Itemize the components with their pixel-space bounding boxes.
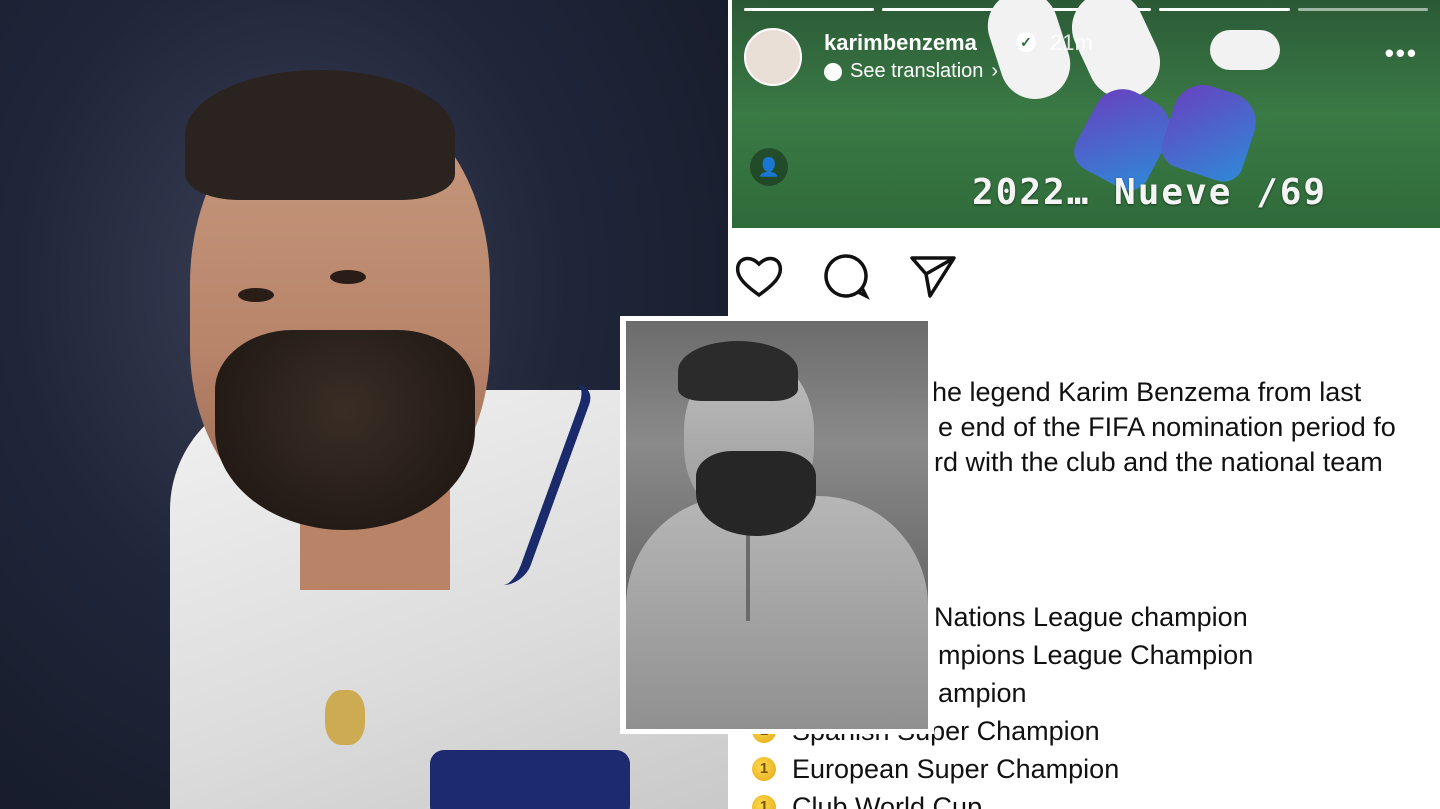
inset-hair — [678, 341, 798, 401]
zipper — [746, 521, 750, 621]
player-photo — [0, 0, 728, 809]
verified-badge-icon: ✓ — [1016, 32, 1036, 52]
medal-icon: 1 — [752, 795, 776, 809]
title-text: European Super Champion — [792, 754, 1120, 784]
comment-icon[interactable] — [822, 252, 870, 300]
see-translation-link[interactable]: See translation › — [824, 60, 998, 83]
list-item: 1 European Super Champion — [752, 750, 1119, 788]
chevron-right-icon: › — [991, 60, 999, 82]
list-item: mpions League Champion — [938, 636, 1253, 674]
hair — [185, 70, 455, 200]
captain-armband — [430, 750, 630, 809]
left-eye — [238, 288, 274, 302]
title-text: mpions League Champion — [938, 640, 1254, 670]
more-options-icon[interactable]: ••• — [1385, 38, 1418, 69]
profile-avatar[interactable] — [744, 28, 802, 86]
inset-photo-frame — [620, 316, 934, 734]
caption-line: he legend Karim Benzema from last — [932, 377, 1362, 407]
username[interactable]: karimbenzema — [824, 30, 977, 56]
post-actions — [734, 252, 958, 300]
inset-photo — [626, 321, 928, 729]
story-header: karimbenzema ✓ 21m See translation › •••… — [732, 0, 1440, 228]
right-eye — [330, 270, 366, 284]
caption-line: e end of the FIFA nomination period fo — [938, 412, 1396, 442]
title-text: ampion — [938, 678, 1027, 708]
see-translation-label: See translation — [850, 60, 984, 82]
caption-line: rd with the club and the national team — [934, 447, 1383, 477]
tagged-people-icon[interactable]: 👤 — [750, 148, 788, 186]
send-icon[interactable] — [908, 252, 958, 300]
list-item: 1 Club World Cup — [752, 788, 982, 809]
title-text: Club World Cup — [792, 792, 983, 809]
boot — [1156, 77, 1264, 187]
heart-icon[interactable] — [734, 253, 784, 299]
list-item: Nations League champion — [934, 598, 1248, 636]
medal-icon: 1 — [752, 757, 776, 781]
title-text: Nations League champion — [934, 602, 1248, 632]
club-crest — [325, 690, 365, 745]
list-item: ampion — [938, 674, 1027, 712]
inset-beard — [696, 451, 816, 536]
post-time: 21m — [1050, 30, 1093, 55]
background-player-foot — [1210, 30, 1280, 70]
story-caption: 2022… Nueve /69 — [972, 172, 1328, 213]
speech-bubble-icon — [824, 62, 842, 81]
